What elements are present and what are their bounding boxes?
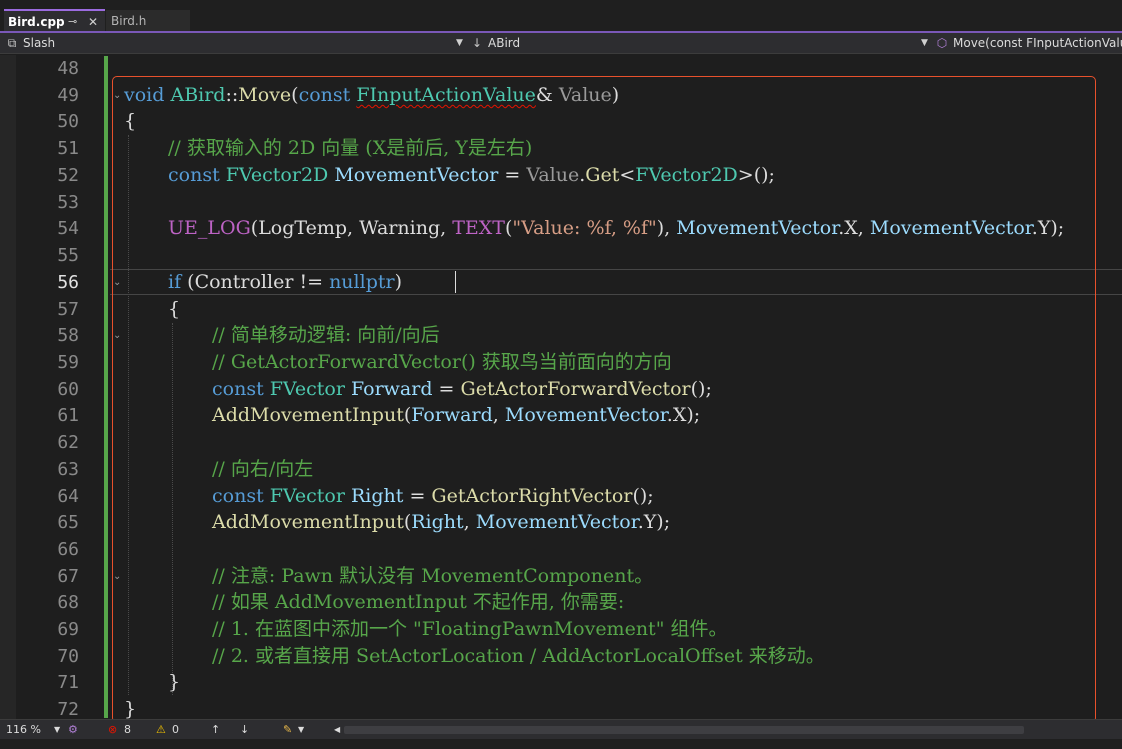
line-number: 53 (57, 192, 79, 213)
line-number: 64 (57, 486, 79, 507)
scroll-left-icon[interactable]: ◀ (334, 720, 340, 740)
line-number: 51 (57, 138, 79, 159)
window-bottom-edge (0, 739, 1122, 749)
class-dropdown[interactable]: ↓ ABird ▼ (470, 33, 932, 53)
close-icon[interactable]: ✕ (88, 11, 98, 33)
line-number: 66 (57, 539, 79, 560)
line-number: 48 (57, 58, 79, 79)
warning-count[interactable]: 0 (172, 720, 179, 740)
editor-status-bar: 116 % ▼ ⚙ ⊗ 8 ⚠ 0 ↑ ↓ ✎ ▼ ◀ (0, 719, 1122, 739)
horizontal-scrollbar[interactable] (344, 726, 1024, 734)
project-dropdown[interactable]: ⧉ Slash ▼ (5, 33, 467, 53)
line-number: 62 (57, 432, 79, 453)
health-icon[interactable]: ⚙ (68, 720, 78, 740)
line-number: 49 (57, 85, 79, 106)
previous-issue-icon[interactable]: ↑ (211, 720, 220, 740)
project-icon: ⧉ (7, 36, 17, 50)
line-number: 68 (57, 592, 79, 613)
dropdown-icon: ▼ (456, 38, 463, 48)
annotation-highlight-box (112, 76, 1096, 723)
error-count[interactable]: 8 (124, 720, 131, 740)
pin-icon[interactable]: ⊸ (68, 11, 77, 33)
line-number: 59 (57, 352, 79, 373)
line-number: 69 (57, 619, 79, 640)
class-name: ABird (488, 36, 521, 50)
line-number: 61 (57, 405, 79, 426)
line-number: 57 (57, 299, 79, 320)
line-number: 50 (57, 111, 79, 132)
line-number: 54 (57, 218, 79, 239)
tab-label: Bird.cpp (8, 15, 65, 29)
brush-icon[interactable]: ✎ (283, 720, 292, 740)
project-name: Slash (23, 36, 56, 50)
line-number: 60 (57, 379, 79, 400)
dropdown-icon: ▼ (921, 38, 928, 48)
navigation-bar: ⧉ Slash ▼ ↓ ABird ▼ ⬡ Move(const FInputActi… (0, 33, 1122, 54)
method-icon: ⬡ (936, 36, 948, 50)
line-number: 52 (57, 165, 79, 186)
line-number: 71 (57, 672, 79, 693)
tab-bird-cpp[interactable]: Bird.cpp ⊸ ✕ (4, 9, 105, 32)
member-dropdown[interactable]: ⬡ Move(const FInputActionValu (935, 33, 1122, 53)
code-editor[interactable]: 48 49 50 51 52 53 54 55 56 57 58 59 60 6… (0, 55, 1122, 723)
zoom-level[interactable]: 116 % (6, 720, 41, 740)
line-number: 65 (57, 512, 79, 533)
line-number: 67 (57, 566, 79, 587)
line-number: 70 (57, 646, 79, 667)
line-number: 63 (57, 459, 79, 480)
zoom-dropdown-icon[interactable]: ▼ (54, 720, 60, 740)
class-icon: ↓ (471, 36, 483, 50)
line-number: 55 (57, 245, 79, 266)
tab-label: Bird.h (111, 14, 147, 28)
document-tab-bar: Bird.cpp ⊸ ✕ Bird.h (0, 0, 1122, 33)
next-issue-icon[interactable]: ↓ (240, 720, 249, 740)
member-name: Move(const FInputActionValu (953, 36, 1122, 50)
line-number-current: 56 (57, 272, 79, 293)
warning-icon[interactable]: ⚠ (156, 720, 166, 740)
error-icon[interactable]: ⊗ (108, 720, 117, 740)
brush-dropdown-icon[interactable]: ▼ (298, 720, 304, 740)
line-number: 58 (57, 325, 79, 346)
tab-bird-h[interactable]: Bird.h (106, 10, 190, 32)
